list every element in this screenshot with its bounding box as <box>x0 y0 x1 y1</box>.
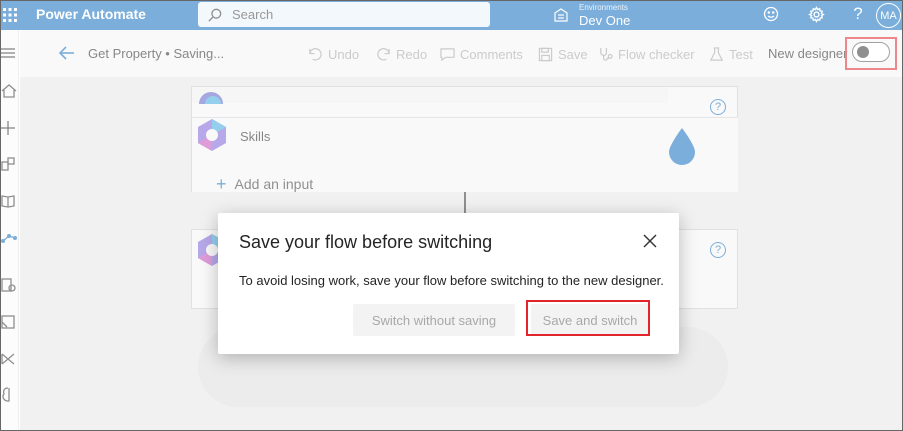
save-before-switching-dialog: Save your flow before switching To avoid… <box>218 213 679 354</box>
save-and-switch-highlight-box <box>526 300 650 336</box>
close-icon[interactable] <box>643 234 657 248</box>
switch-without-saving-button[interactable]: Switch without saving <box>353 304 515 336</box>
dialog-body: To avoid losing work, save your flow bef… <box>239 273 664 288</box>
dialog-title: Save your flow before switching <box>239 232 493 252</box>
